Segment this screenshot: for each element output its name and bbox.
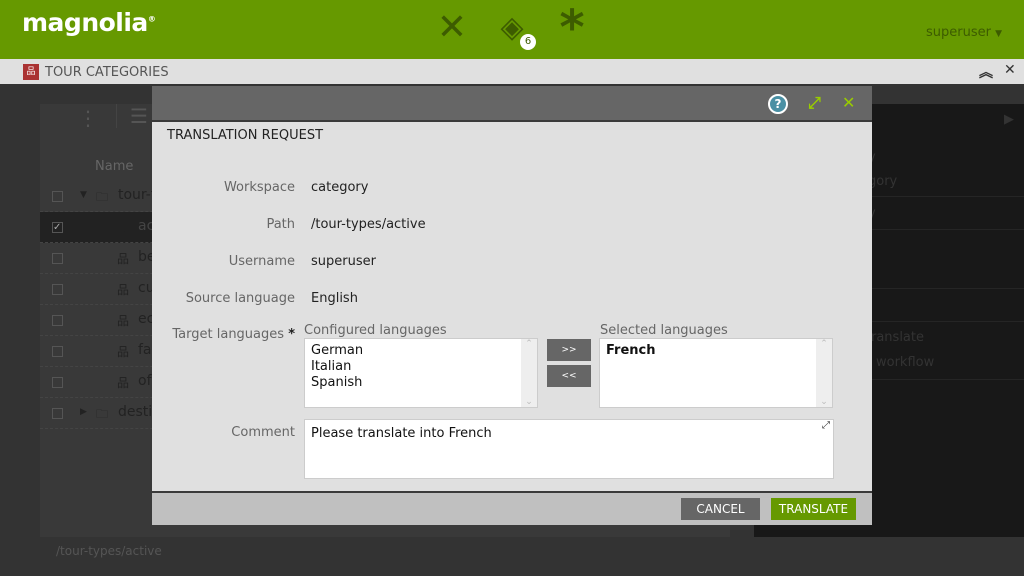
translation-dialog: ? ⤢ ✕ TRANSLATION REQUEST Workspace categ…	[152, 86, 872, 525]
category-node-icon: 品	[117, 283, 130, 297]
chevron-down-icon: ▼	[995, 29, 1002, 39]
close-app-icon[interactable]: ✕	[1004, 62, 1016, 78]
translate-button[interactable]: TRANSLATE	[771, 498, 856, 520]
row-checkbox[interactable]	[52, 253, 63, 264]
row-label: tour-t	[118, 187, 157, 203]
field-label: Source language	[185, 291, 295, 306]
row-label: fa	[138, 342, 152, 358]
row-checkbox[interactable]	[52, 346, 63, 357]
expand-actions-icon[interactable]: ▶	[1004, 112, 1014, 127]
field-label: Username	[228, 254, 295, 269]
category-node-icon: 品	[117, 252, 130, 266]
configured-languages-label: Configured languages	[304, 323, 447, 338]
apps-icon[interactable]: ✕	[432, 8, 472, 48]
configured-languages-list[interactable]: ⌃ ⌄ German Italian Spanish	[304, 338, 538, 408]
app-title: TOUR CATEGORIES	[45, 65, 169, 80]
list-view-icon[interactable]: ☰	[130, 104, 148, 128]
field-value: /tour-types/active	[311, 217, 426, 232]
language-option[interactable]: Italian	[311, 359, 351, 374]
caret-down-icon[interactable]: ▼	[80, 190, 87, 200]
field-label: Path	[266, 217, 295, 232]
field-value: English	[311, 291, 358, 306]
resize-icon[interactable]: ⤢	[822, 420, 830, 431]
row-checkbox[interactable]	[52, 284, 63, 295]
tree-view-icon[interactable]: ⋮	[78, 106, 98, 130]
field-value: category	[311, 180, 369, 195]
close-dialog-icon[interactable]: ✕	[842, 93, 855, 112]
help-icon[interactable]: ?	[768, 94, 788, 114]
action-item[interactable]: workflow	[876, 355, 934, 370]
category-node-icon: 品	[117, 376, 130, 390]
user-menu[interactable]: superuser ▼	[926, 25, 1002, 40]
row-checkbox[interactable]	[52, 408, 63, 419]
caret-right-icon[interactable]: ▶	[80, 407, 87, 417]
comment-textarea[interactable]: Please translate into French ⤢	[304, 419, 834, 479]
toolbar-divider	[116, 104, 117, 128]
username: superuser	[925, 25, 991, 40]
action-item[interactable]: gory	[868, 174, 897, 189]
magnolia-logo[interactable]: magnolia®	[22, 8, 156, 37]
remove-language-button[interactable]: <<	[547, 365, 591, 387]
logo-text: magnolia	[22, 8, 148, 37]
field-value: superuser	[311, 254, 376, 269]
categories-app-icon: 品	[23, 64, 39, 80]
dialog-header	[152, 86, 872, 122]
selected-languages-list[interactable]: ⌃ ⌄ French	[599, 338, 833, 408]
scrollbar[interactable]: ⌃ ⌄	[521, 339, 537, 407]
scrollbar[interactable]: ⌃ ⌄	[816, 339, 832, 407]
row-checkbox[interactable]	[52, 377, 63, 388]
row-checkbox[interactable]: ✓	[52, 222, 63, 233]
category-node-icon: 品	[117, 314, 130, 328]
comment-text: Please translate into French	[311, 426, 492, 441]
folder-icon: 🗀	[96, 190, 109, 204]
status-path: /tour-types/active	[56, 544, 162, 558]
language-option[interactable]: German	[311, 343, 363, 358]
cancel-button[interactable]: CANCEL	[681, 498, 760, 520]
target-languages-label: Target languages *	[172, 327, 295, 342]
favorites-asterisk-icon[interactable]: *	[552, 4, 592, 52]
field-label: Workspace	[223, 180, 295, 195]
action-item[interactable]: ranslate	[871, 330, 924, 345]
language-option[interactable]: Spanish	[311, 375, 362, 390]
row-checkbox[interactable]	[52, 191, 63, 202]
required-mark: *	[288, 327, 295, 342]
comment-label: Comment	[231, 425, 295, 440]
category-node-icon: 品	[117, 221, 130, 235]
dialog-footer	[152, 491, 872, 525]
selected-language-option[interactable]: French	[606, 343, 656, 358]
add-language-button[interactable]: >>	[547, 339, 591, 361]
fullscreen-toggle-icon[interactable]: ︽	[979, 62, 993, 82]
row-checkbox[interactable]	[52, 315, 63, 326]
maximize-icon[interactable]: ⤢	[808, 93, 821, 113]
folder-icon: 🗀	[96, 407, 109, 421]
row-label: of	[138, 373, 152, 389]
dialog-title: TRANSLATION REQUEST	[167, 128, 324, 143]
selected-languages-label: Selected languages	[600, 323, 728, 338]
notification-badge: 6	[520, 34, 536, 50]
column-header-name[interactable]: Name	[95, 159, 133, 174]
category-node-icon: 品	[117, 345, 130, 359]
